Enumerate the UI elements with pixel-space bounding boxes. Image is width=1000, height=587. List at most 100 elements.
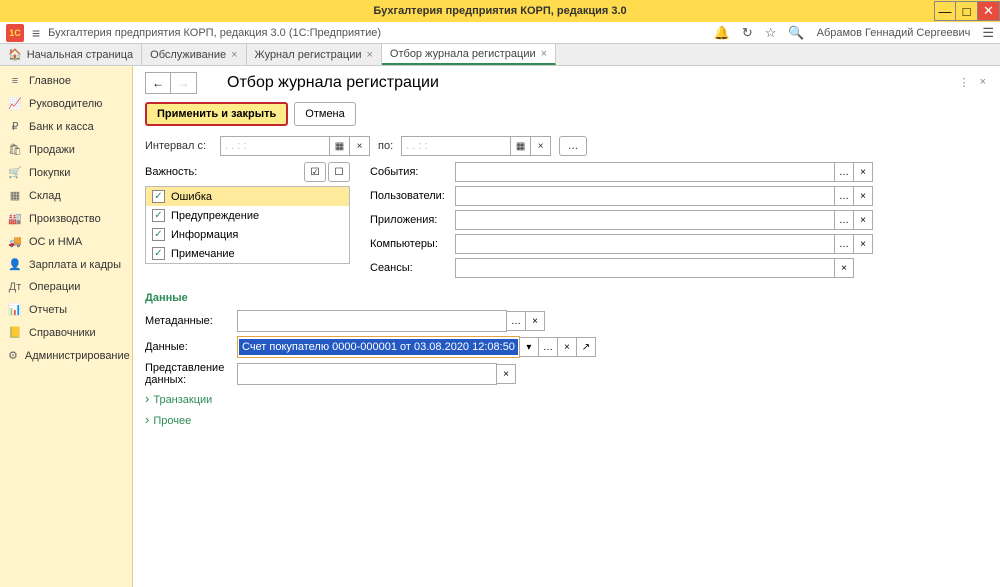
person-icon: 👤 xyxy=(8,258,22,271)
clear-from-icon[interactable]: × xyxy=(350,136,370,156)
factory-icon: 🏭 xyxy=(8,212,22,225)
check-all-button[interactable]: ☑ xyxy=(304,162,326,182)
interval-to-input[interactable]: . . : : xyxy=(401,136,511,156)
sidebar-item-production[interactable]: 🏭 Производство xyxy=(0,207,132,230)
sidebar-item-salary[interactable]: 👤 Зарплата и кадры xyxy=(0,253,132,276)
tab-filter[interactable]: Отбор журнала регистрации × xyxy=(382,44,556,65)
checkbox-icon[interactable]: ✓ xyxy=(152,209,165,222)
metadata-clear-button[interactable]: × xyxy=(525,311,545,331)
severity-label: Важность: xyxy=(145,166,197,178)
severity-item-note[interactable]: ✓Примечание xyxy=(146,244,349,263)
calendar-from-icon[interactable]: ▦ xyxy=(330,136,350,156)
apply-close-button[interactable]: Применить и закрыть xyxy=(145,102,288,126)
tab-journal[interactable]: Журнал регистрации × xyxy=(247,44,382,65)
computers-input[interactable] xyxy=(455,234,835,254)
checkbox-icon[interactable]: ✓ xyxy=(152,247,165,260)
star-icon[interactable]: ☆ xyxy=(765,25,777,41)
checkbox-icon[interactable]: ✓ xyxy=(152,228,165,241)
more-icon[interactable]: ⋮ xyxy=(959,76,970,89)
nav-forward-button[interactable]: → xyxy=(171,72,197,94)
calendar-to-icon[interactable]: ▦ xyxy=(511,136,531,156)
expand-transactions[interactable]: Транзакции xyxy=(145,392,988,407)
events-select-button[interactable]: … xyxy=(834,162,854,182)
apps-clear-button[interactable]: × xyxy=(853,210,873,230)
data-select-button[interactable]: … xyxy=(538,337,558,357)
window-titlebar: Бухгалтерия предприятия КОРП, редакция 3… xyxy=(0,0,1000,22)
events-clear-button[interactable]: × xyxy=(853,162,873,182)
minimize-button[interactable]: — xyxy=(934,1,956,21)
metadata-input[interactable] xyxy=(237,310,507,332)
tab-close-icon[interactable]: × xyxy=(366,49,372,61)
users-select-button[interactable]: … xyxy=(834,186,854,206)
menu-icon[interactable]: ≡ xyxy=(32,25,40,41)
data-input[interactable]: Счет покупателю 0000-000001 от 03.08.202… xyxy=(237,336,520,358)
sidebar-label: Склад xyxy=(29,190,61,202)
sidebar-item-main[interactable]: ≡Главное xyxy=(0,70,132,92)
expand-other[interactable]: Прочее xyxy=(145,413,988,428)
tab-close-icon[interactable]: × xyxy=(231,49,237,61)
sidebar-label: Банк и касса xyxy=(29,121,94,133)
sessions-clear-button[interactable]: × xyxy=(834,258,854,278)
sidebar-label: Зарплата и кадры xyxy=(29,259,121,271)
app-logo-icon: 1C xyxy=(6,24,24,42)
interval-more-button[interactable]: … xyxy=(559,136,587,156)
tab-service[interactable]: Обслуживание × xyxy=(142,44,246,65)
clear-to-icon[interactable]: × xyxy=(531,136,551,156)
sidebar-label: Главное xyxy=(29,75,71,87)
data-dropdown-button[interactable]: ▾ xyxy=(519,337,539,357)
repr-input[interactable] xyxy=(237,363,497,385)
computers-clear-button[interactable]: × xyxy=(853,234,873,254)
sidebar-item-bank[interactable]: ₽ Банк и касса xyxy=(0,115,132,138)
apps-input[interactable] xyxy=(455,210,835,230)
maximize-button[interactable]: □ xyxy=(956,1,978,21)
app-toolbar: 1C ≡ Бухгалтерия предприятия КОРП, редак… xyxy=(0,22,1000,44)
user-name[interactable]: Абрамов Геннадий Сергеевич xyxy=(817,27,971,39)
data-clear-button[interactable]: × xyxy=(557,337,577,357)
interval-from-input[interactable]: . . : : xyxy=(220,136,330,156)
events-input[interactable] xyxy=(455,162,835,182)
sidebar-item-reports[interactable]: 📊Отчеты xyxy=(0,298,132,321)
sidebar-item-refs[interactable]: 📒Справочники xyxy=(0,321,132,344)
sidebar-item-manager[interactable]: 📈Руководителю xyxy=(0,92,132,115)
tab-close-icon[interactable]: × xyxy=(541,48,547,60)
bell-icon[interactable]: 🔔 xyxy=(714,25,730,41)
nav-back-button[interactable]: ← xyxy=(145,72,171,94)
data-open-button[interactable]: ↗ xyxy=(576,337,596,357)
severity-item-info[interactable]: ✓Информация xyxy=(146,225,349,244)
computers-label: Компьютеры: xyxy=(370,238,455,250)
users-input[interactable] xyxy=(455,186,835,206)
data-label: Данные: xyxy=(145,341,237,353)
window-title: Бухгалтерия предприятия КОРП, редакция 3… xyxy=(373,5,626,17)
sessions-input[interactable] xyxy=(455,258,835,278)
sidebar-label: Отчеты xyxy=(29,304,67,316)
apps-select-button[interactable]: … xyxy=(834,210,854,230)
severity-item-label: Ошибка xyxy=(171,191,212,203)
tab-bar: 🏠 Начальная страница Обслуживание × Журн… xyxy=(0,44,1000,66)
users-clear-button[interactable]: × xyxy=(853,186,873,206)
tab-label: Отбор журнала регистрации xyxy=(390,48,536,60)
repr-clear-button[interactable]: × xyxy=(496,364,516,384)
sidebar-item-operations[interactable]: ДтОперации xyxy=(0,276,132,298)
page-close-icon[interactable]: × xyxy=(980,76,986,89)
severity-item-warning[interactable]: ✓Предупреждение xyxy=(146,206,349,225)
history-icon[interactable]: ↻ xyxy=(742,25,753,41)
sidebar-item-assets[interactable]: 🚚ОС и НМА xyxy=(0,230,132,253)
cancel-button[interactable]: Отмена xyxy=(294,102,355,126)
metadata-label: Метаданные: xyxy=(145,315,237,327)
computers-select-button[interactable]: … xyxy=(834,234,854,254)
tab-home[interactable]: 🏠 Начальная страница xyxy=(0,44,142,65)
metadata-select-button[interactable]: … xyxy=(506,311,526,331)
severity-item-error[interactable]: ✓ Ошибка xyxy=(146,187,349,206)
interval-from-label: Интервал с: xyxy=(145,140,220,152)
close-button[interactable]: ✕ xyxy=(978,1,1000,21)
sidebar-label: Производство xyxy=(29,213,101,225)
search-icon[interactable]: 🔍 xyxy=(788,25,804,41)
sidebar-item-sales[interactable]: 🛍Продажи xyxy=(0,138,132,161)
sidebar-item-admin[interactable]: ⚙Администрирование xyxy=(0,344,132,367)
uncheck-all-button[interactable]: ☐ xyxy=(328,162,350,182)
sidebar-item-warehouse[interactable]: ▦Склад xyxy=(0,184,132,207)
sidebar-item-purchases[interactable]: 🛒Покупки xyxy=(0,161,132,184)
user-menu-icon[interactable]: ☰ xyxy=(982,25,994,41)
checkbox-icon[interactable]: ✓ xyxy=(152,190,165,203)
ruble-icon: ₽ xyxy=(8,120,22,133)
